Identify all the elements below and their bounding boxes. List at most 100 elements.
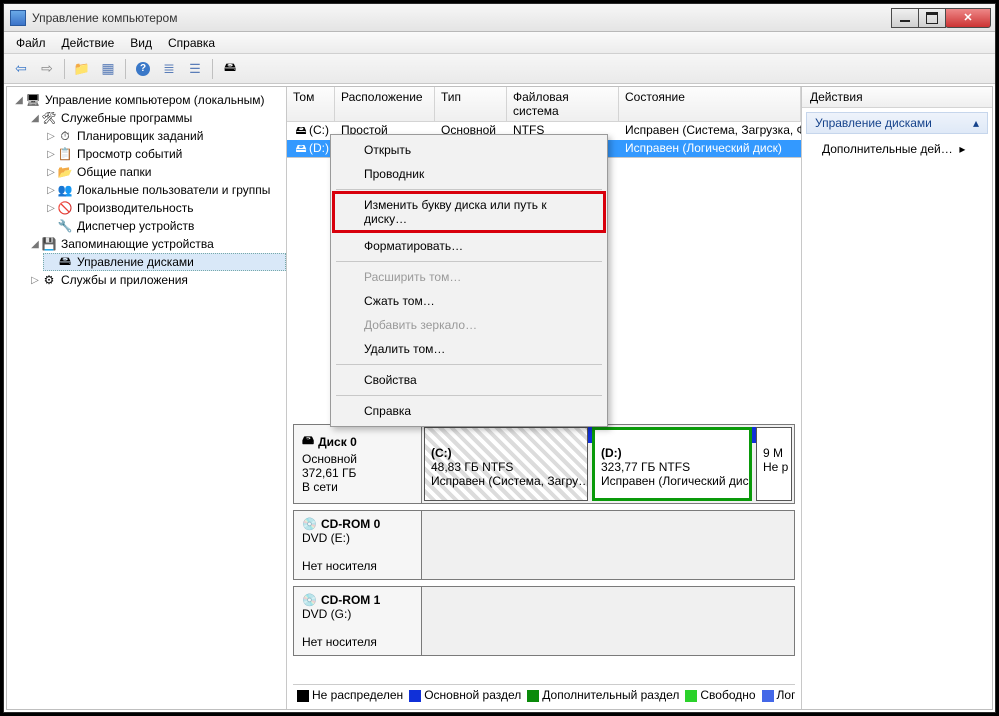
tree-label: Планировщик заданий [77,129,203,143]
window-controls [892,8,991,28]
expand-icon[interactable]: ▷ [45,167,57,178]
help-button[interactable] [132,58,154,80]
actions-more[interactable]: Дополнительные дей… ▸ [802,138,992,160]
cdrom-0-row[interactable]: 💿CD-ROM 0 DVD (E:) Нет носителя [293,510,795,580]
col-filesystem[interactable]: Файловая система [507,87,619,121]
device-icon [57,218,73,234]
ctx-format[interactable]: Форматировать… [334,234,604,258]
part-size: 48,83 ГБ NTFS [431,460,513,474]
up-button[interactable] [71,58,93,80]
ctx-change-drive-letter[interactable]: Изменить букву диска или путь к диску… [334,193,604,231]
tree-pane[interactable]: ◢Управление компьютером (локальным) ◢Слу… [7,87,287,709]
ctx-shrink-volume[interactable]: Сжать том… [334,289,604,313]
tree-label: Локальные пользователи и группы [77,183,270,197]
tree-event-viewer[interactable]: ▷ Просмотр событий [43,145,286,163]
ctx-open[interactable]: Открыть [334,138,604,162]
expand-icon[interactable]: ▷ [45,131,57,142]
tools-icon [41,110,57,126]
disk-type: Основной [302,452,413,466]
expand-icon[interactable]: ▷ [45,185,57,196]
cell: Исправен (Система, Загрузка, Фа… [619,122,801,140]
legend-label: Логич [777,688,795,702]
part-size: 9 М [763,446,783,460]
toolbar-sep [64,59,65,79]
menu-bar: Файл Действие Вид Справка [4,32,995,54]
ctx-help[interactable]: Справка [334,399,604,423]
disk-name: CD-ROM 1 [321,593,380,607]
ctx-properties[interactable]: Свойства [334,368,604,392]
tree-local-users[interactable]: ▷ Локальные пользователи и группы [43,181,286,199]
part-label: (C:) [431,446,452,460]
ctx-explorer[interactable]: Проводник [334,162,604,186]
menu-action[interactable]: Действие [54,33,123,53]
diskmgr-icon [57,254,73,270]
cdrom-1-info: 💿CD-ROM 1 DVD (G:) Нет носителя [294,587,422,655]
disk-name: Диск 0 [318,435,357,449]
disk-state: В сети [302,480,413,494]
partition-c[interactable]: (C:) 48,83 ГБ NTFS Исправен (Система, За… [424,427,588,501]
event-icon [57,146,73,162]
tree-device-manager[interactable]: ▷Диспетчер устройств [43,217,286,235]
tree-performance[interactable]: ▷Производительность [43,199,286,217]
actions-section-diskmgmt[interactable]: Управление дисками ▴ [806,112,988,134]
tree-storage[interactable]: ◢Запоминающие устройства [27,235,286,253]
back-button[interactable] [10,58,32,80]
cell: (C:) [309,123,329,137]
section-label: Управление дисками [815,116,932,130]
tree-root[interactable]: ◢Управление компьютером (локальным) [11,91,286,109]
tree-task-scheduler[interactable]: ▷ Планировщик заданий [43,127,286,145]
tree-system-tools[interactable]: ◢Служебные программы [27,109,286,127]
cdrom-1-row[interactable]: 💿CD-ROM 1 DVD (G:) Нет носителя [293,586,795,656]
app-window: Управление компьютером Файл Действие Вид… [3,3,996,713]
properties-button[interactable] [184,58,206,80]
view-list-button[interactable] [158,58,180,80]
folder-up-icon [74,61,90,77]
disk-0-info: 🖴Диск 0 Основной 372,61 ГБ В сети [294,425,422,503]
expand-icon[interactable]: ▷ [45,203,57,214]
collapse-icon[interactable]: ◢ [29,113,41,124]
toolbar-sep [212,59,213,79]
disk-0-row[interactable]: 🖴Диск 0 Основной 372,61 ГБ В сети (C:) 4… [293,424,795,504]
tree-disk-management[interactable]: ▷Управление дисками [43,253,286,271]
part-label: (D:) [601,446,622,460]
tree-services[interactable]: ▷Службы и приложения [27,271,286,289]
close-button[interactable] [945,8,991,28]
disk-size: 372,61 ГБ [302,466,413,480]
disk-settings-button[interactable] [219,58,241,80]
menu-view[interactable]: Вид [122,33,160,53]
minimize-button[interactable] [891,8,919,28]
expand-icon[interactable]: ▷ [29,275,41,286]
tree-shared-folders[interactable]: ▷Общие папки [43,163,286,181]
collapse-arrow-icon: ▴ [973,116,979,130]
col-status[interactable]: Состояние [619,87,801,121]
services-icon [41,272,57,288]
forward-button[interactable] [36,58,58,80]
menu-help[interactable]: Справка [160,33,223,53]
show-tree-button[interactable] [97,58,119,80]
part-status: Исправен (Система, Загру… [431,474,588,488]
partition-d[interactable]: (D:) 323,77 ГБ NTFS Исправен (Логический… [592,427,752,501]
disk-icon [224,58,236,79]
col-type[interactable]: Тип [435,87,507,121]
collapse-icon[interactable]: ◢ [13,95,25,106]
menu-file[interactable]: Файл [8,33,54,53]
ctx-separator [336,395,602,396]
ctx-delete-volume[interactable]: Удалить том… [334,337,604,361]
col-volume[interactable]: Том [287,87,335,121]
partition-unallocated[interactable]: 9 М Не р [756,427,792,501]
tree-label: Просмотр событий [77,147,182,161]
users-icon [57,182,73,198]
disk-type: DVD (E:) [302,531,413,545]
title-bar[interactable]: Управление компьютером [4,4,995,32]
storage-icon [41,236,57,252]
col-layout[interactable]: Расположение [335,87,435,121]
maximize-button[interactable] [918,8,946,28]
swatch-free [685,690,697,702]
ctx-extend-volume: Расширить том… [334,265,604,289]
cd-icon: 💿 [302,593,317,607]
cell: (D:) [309,141,329,155]
props-icon [189,61,201,77]
legend-label: Свободно [700,688,755,702]
expand-icon[interactable]: ▷ [45,149,57,160]
collapse-icon[interactable]: ◢ [29,239,41,250]
